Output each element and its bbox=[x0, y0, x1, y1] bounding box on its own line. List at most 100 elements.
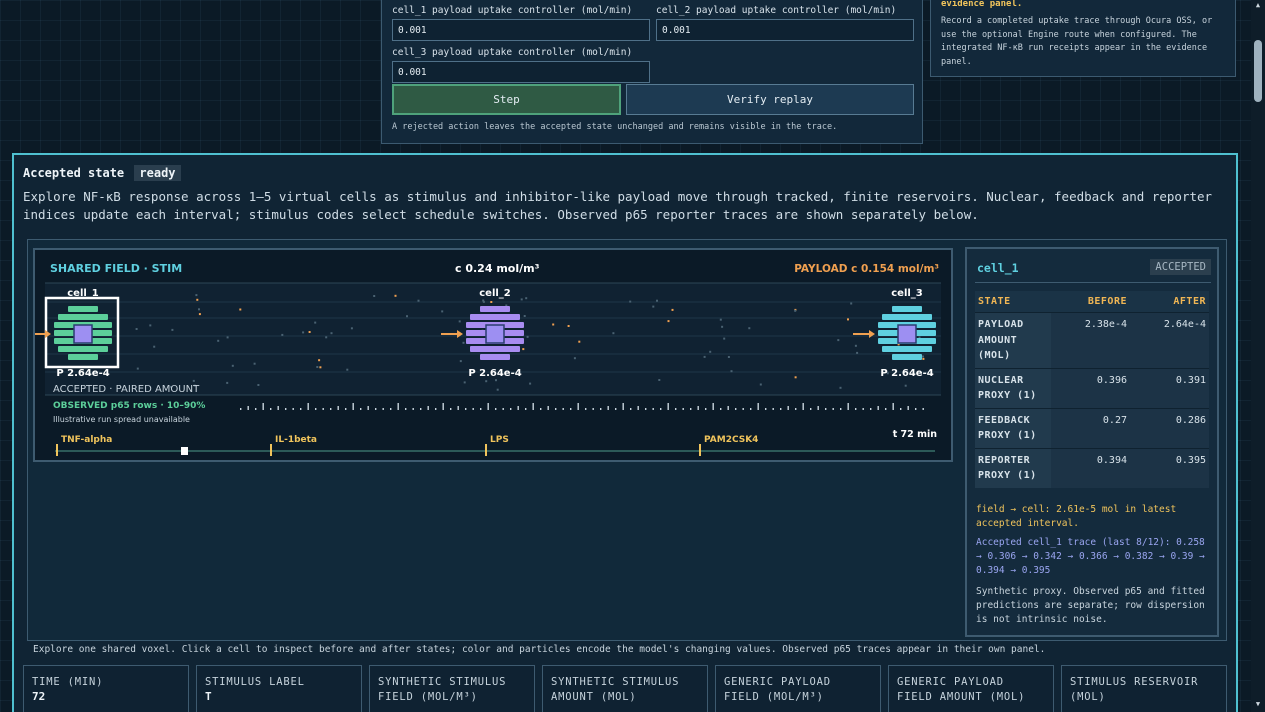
reporter-tick bbox=[435, 408, 437, 410]
reporter-tick bbox=[840, 408, 842, 410]
cell1-controller-input[interactable] bbox=[392, 19, 650, 41]
reporter-tick bbox=[540, 408, 542, 410]
table-row: REPORTER PROXY (1) 0.394 0.395 bbox=[975, 447, 1209, 488]
reporter-tick bbox=[300, 408, 302, 410]
field-particle bbox=[727, 356, 730, 358]
cell3-controller-input[interactable] bbox=[392, 61, 650, 83]
reporter-tick bbox=[472, 408, 474, 410]
reporter-tick bbox=[600, 408, 602, 410]
metric-label: STIMULUS RESERVOIR (MOL) bbox=[1070, 676, 1199, 703]
col-state: STATE bbox=[975, 291, 1051, 313]
field-particle bbox=[759, 383, 762, 386]
reporter-tick bbox=[622, 403, 624, 410]
field-particle bbox=[573, 357, 576, 360]
reporter-tick bbox=[390, 408, 392, 410]
field-particle bbox=[652, 305, 655, 308]
field-particle bbox=[529, 382, 532, 385]
reporter-tick bbox=[315, 408, 317, 410]
reporter-tick bbox=[555, 408, 557, 410]
accepted-state-title: Accepted state bbox=[23, 166, 125, 180]
reporter-tick bbox=[817, 406, 819, 410]
rejection-note: A rejected action leaves the accepted st… bbox=[392, 122, 838, 132]
synthetic-proxy-note: Synthetic proxy. Observed p65 and fitted… bbox=[976, 586, 1205, 625]
reporter-tick bbox=[810, 408, 812, 410]
field-particle bbox=[482, 299, 485, 302]
reporter-tick bbox=[465, 408, 467, 410]
reporter-tick bbox=[510, 408, 512, 410]
reporter-tick bbox=[562, 408, 564, 410]
reporter-tick bbox=[412, 408, 414, 410]
metric-card: STIMULUS RESERVOIR (MOL) bbox=[1061, 665, 1227, 712]
step-button[interactable]: Step bbox=[392, 84, 621, 115]
field-particle bbox=[525, 297, 528, 300]
field-particle bbox=[850, 302, 853, 305]
reporter-tick bbox=[697, 406, 699, 410]
field-particle bbox=[441, 310, 444, 313]
field-particle bbox=[721, 325, 724, 328]
cell-payload: P 2.64e-4 bbox=[56, 368, 109, 379]
row-label: FEEDBACK PROXY (1) bbox=[975, 407, 1051, 448]
reporter-tick bbox=[855, 408, 857, 410]
verify-replay-button[interactable]: Verify replay bbox=[626, 84, 914, 115]
reporter-tick bbox=[607, 406, 609, 410]
scroll-up-icon[interactable]: ▲ bbox=[1253, 1, 1263, 9]
cell2-controller-input[interactable] bbox=[656, 19, 914, 41]
field-particle bbox=[490, 301, 493, 303]
scroll-down-icon[interactable]: ▼ bbox=[1253, 700, 1263, 708]
field-particle bbox=[496, 388, 499, 391]
field-particle bbox=[458, 320, 461, 323]
table-row: FEEDBACK PROXY (1) 0.27 0.286 bbox=[975, 407, 1209, 448]
time-label: t 72 min bbox=[893, 429, 938, 440]
field-particle bbox=[314, 321, 317, 324]
reporter-tick bbox=[292, 408, 294, 410]
field-particle bbox=[837, 339, 840, 342]
reporter-tick bbox=[892, 403, 894, 410]
controller-panel: cell_1 payload uptake controller (mol/mi… bbox=[381, 0, 923, 144]
field-particle bbox=[346, 368, 349, 371]
field-particle bbox=[302, 331, 305, 334]
field-particle bbox=[552, 323, 555, 326]
field-particle bbox=[350, 327, 353, 330]
page-scrollbar[interactable]: ▲ ▼ bbox=[1251, 0, 1265, 712]
reporter-tick bbox=[397, 403, 399, 410]
cell-payload: P 2.64e-4 bbox=[468, 368, 521, 379]
accepted-state-heading: Accepted state ready bbox=[23, 165, 181, 181]
metric-card: SYNTHETIC STIMULUS FIELD (MOL/M³) bbox=[369, 665, 535, 712]
reporter-tick bbox=[255, 408, 257, 410]
field-particle bbox=[523, 315, 526, 317]
reporter-tick bbox=[307, 403, 309, 410]
cell-inspector: cell_1 ACCEPTED STATE BEFORE AFTER PAYLO… bbox=[965, 247, 1219, 637]
reporter-tick bbox=[502, 408, 504, 410]
reporter-tick bbox=[667, 403, 669, 410]
reporter-tick bbox=[262, 403, 264, 410]
field-particle bbox=[485, 380, 488, 383]
row-before: 0.394 bbox=[1051, 447, 1130, 488]
field-particle bbox=[316, 366, 319, 368]
reporter-tick bbox=[705, 408, 707, 410]
field-particle bbox=[198, 313, 201, 316]
field-particle bbox=[856, 351, 859, 354]
field-particle bbox=[136, 367, 139, 370]
scroll-thumb[interactable] bbox=[1254, 40, 1262, 102]
reporter-tick bbox=[480, 408, 482, 410]
cell-name: cell_1 bbox=[67, 288, 99, 299]
row-before: 2.38e-4 bbox=[1051, 312, 1130, 368]
field-particle bbox=[463, 381, 466, 384]
row-label: PAYLOAD AMOUNT (MOL) bbox=[975, 312, 1051, 368]
reporter-tick bbox=[360, 408, 362, 410]
evidence-title: evidence panel. bbox=[941, 0, 1023, 9]
field-label: SHARED FIELD · STIM bbox=[50, 262, 182, 275]
reporter-tick bbox=[547, 406, 549, 410]
reporter-tick bbox=[825, 408, 827, 410]
col-after: AFTER bbox=[1130, 291, 1209, 313]
flux-note: field → cell: 2.61e-5 mol in latest acce… bbox=[976, 504, 1177, 529]
field-particle bbox=[417, 299, 420, 302]
reporter-tick bbox=[322, 408, 324, 410]
metric-card: GENERIC PAYLOAD FIELD AMOUNT (MOL) bbox=[888, 665, 1054, 712]
reporter-tick bbox=[795, 408, 797, 410]
accepted-paired-note: ACCEPTED · PAIRED AMOUNT bbox=[53, 384, 200, 395]
field-particle bbox=[226, 336, 229, 339]
status-badge: ready bbox=[134, 165, 181, 181]
field-particle bbox=[719, 318, 722, 321]
field-particle bbox=[198, 308, 200, 311]
